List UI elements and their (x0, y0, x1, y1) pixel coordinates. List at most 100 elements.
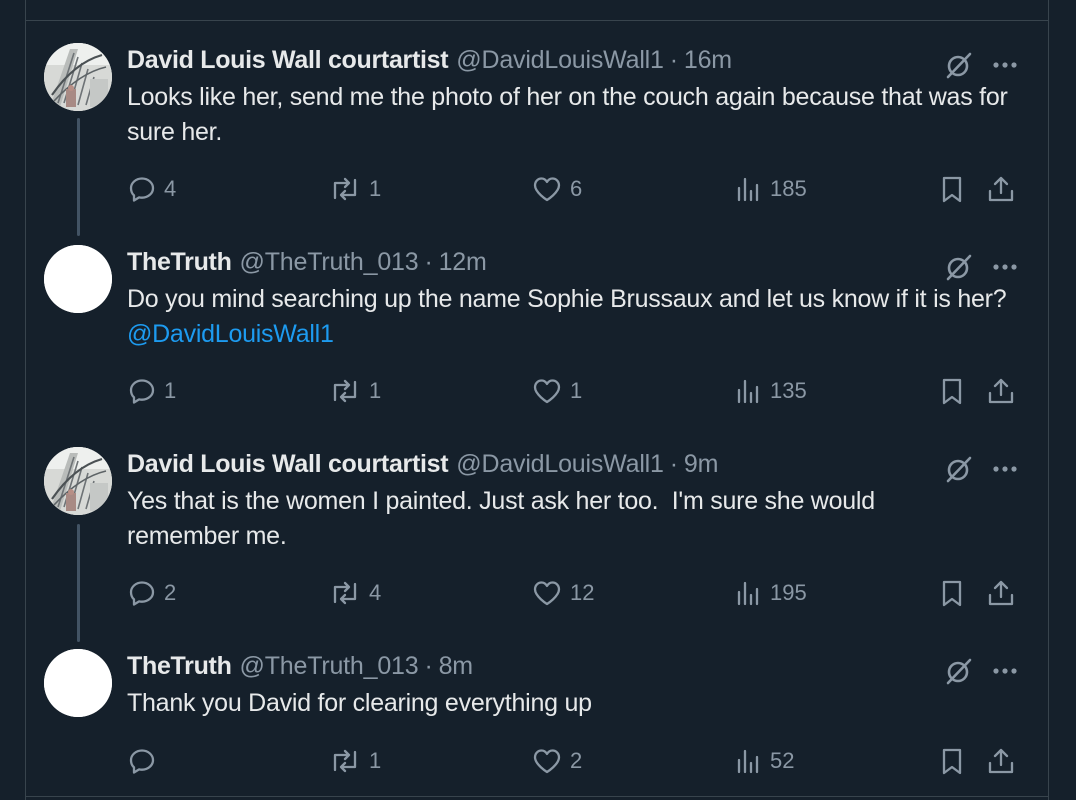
display-name[interactable]: David Louis Wall courtartist (127, 45, 449, 75)
view-count: 195 (770, 580, 807, 605)
more-icon[interactable] (988, 453, 1022, 483)
bookmark-button[interactable] (937, 374, 967, 408)
views-button[interactable]: 135 (735, 374, 807, 408)
bookmark-icon (942, 580, 962, 607)
views-icon (737, 749, 759, 774)
bookmark-button[interactable] (937, 576, 967, 610)
timestamp[interactable]: 8m (439, 651, 474, 681)
share-button[interactable] (985, 172, 1017, 206)
bookmark-icon (942, 378, 962, 405)
tweet-text: Do you mind searching up the name Sophie… (127, 282, 1032, 352)
separator-dot: · (424, 652, 433, 680)
tweet[interactable]: TheTruth @TheTruth_013 · 12m Do you mind… (26, 245, 1048, 435)
blank-avatar (44, 245, 112, 313)
like-button[interactable]: 12 (531, 576, 594, 610)
like-button[interactable]: 1 (531, 374, 582, 408)
more-icon[interactable] (988, 49, 1022, 79)
separator-dot: · (669, 46, 678, 74)
mention-link[interactable]: @DavidLouisWall1 (127, 320, 334, 348)
user-handle[interactable]: @DavidLouisWall1 (456, 45, 664, 75)
repost-count: 1 (369, 176, 382, 201)
views-icon (737, 581, 759, 606)
tweet[interactable]: David Louis Wall courtartist @DavidLouis… (26, 43, 1048, 233)
display-name[interactable]: David Louis Wall courtartist (127, 449, 449, 479)
more-icon[interactable] (988, 251, 1022, 281)
display-name[interactable]: TheTruth (127, 651, 232, 681)
repost-count: 1 (369, 378, 382, 403)
share-icon (988, 580, 1014, 606)
user-handle[interactable]: @TheTruth_013 (240, 247, 419, 277)
repost-button[interactable]: 1 (328, 172, 381, 206)
reply-icon (129, 177, 155, 202)
reply-count: 4 (164, 176, 177, 201)
tweet-text: Thank you David for clearing everything … (127, 686, 1032, 721)
display-name[interactable]: TheTruth (127, 247, 232, 277)
repost-button[interactable]: 1 (328, 744, 381, 778)
blank-avatar (44, 649, 112, 717)
reply-button[interactable]: 4 (127, 172, 176, 206)
view-count: 52 (770, 748, 795, 773)
tweet-header: TheTruth @TheTruth_013 · 12m (127, 247, 487, 277)
reply-count: 1 (164, 378, 177, 403)
bookmark-button[interactable] (937, 172, 967, 206)
avatar[interactable] (44, 245, 112, 313)
bookmark-icon (942, 176, 962, 203)
reply-icon (129, 379, 155, 404)
share-icon (988, 176, 1014, 202)
timestamp[interactable]: 12m (439, 247, 487, 277)
repost-button[interactable]: 4 (328, 576, 381, 610)
share-icon (988, 748, 1014, 774)
repost-icon (333, 177, 357, 201)
views-icon (737, 177, 759, 202)
reply-button[interactable]: 1 (127, 374, 176, 408)
user-handle[interactable]: @DavidLouisWall1 (456, 449, 664, 479)
avatar[interactable] (44, 447, 112, 515)
like-button[interactable]: 6 (531, 172, 582, 206)
separator-dot: · (424, 248, 433, 276)
reply-button[interactable] (127, 744, 164, 778)
tweet-header: David Louis Wall courtartist @DavidLouis… (127, 45, 732, 75)
views-button[interactable]: 185 (735, 172, 807, 206)
repost-button[interactable]: 1 (328, 374, 381, 408)
timestamp[interactable]: 9m (684, 449, 719, 479)
views-button[interactable]: 52 (735, 744, 794, 778)
views-button[interactable]: 195 (735, 576, 807, 610)
avatar[interactable] (44, 649, 112, 717)
grok-icon[interactable] (944, 252, 974, 282)
tweet-body: Do you mind searching up the name Sophie… (127, 285, 1007, 313)
staircase-photo-avatar (44, 447, 112, 515)
top-divider (25, 20, 1049, 21)
staircase-photo-avatar (44, 43, 112, 111)
heart-icon (533, 379, 561, 404)
share-icon (988, 378, 1014, 404)
like-count: 1 (570, 378, 583, 403)
timestamp[interactable]: 16m (684, 45, 732, 75)
share-button[interactable] (985, 374, 1017, 408)
tweet[interactable]: TheTruth @TheTruth_013 · 8m Thank you Da… (26, 649, 1048, 794)
tweet-text: Looks like her, send me the photo of her… (127, 80, 1032, 150)
bookmark-button[interactable] (937, 744, 967, 778)
action-bar: 4 1 6 185 (127, 172, 1027, 206)
action-bar: 1 2 52 (127, 744, 1027, 778)
user-handle[interactable]: @TheTruth_013 (240, 651, 419, 681)
bookmark-icon (942, 748, 962, 775)
grok-icon[interactable] (944, 656, 974, 686)
bottom-divider (25, 796, 1049, 797)
share-button[interactable] (985, 576, 1017, 610)
like-button[interactable]: 2 (531, 744, 582, 778)
like-count: 12 (570, 580, 595, 605)
grok-icon[interactable] (944, 50, 974, 80)
tweet-body: Thank you David for clearing everything … (127, 689, 592, 717)
share-button[interactable] (985, 744, 1017, 778)
tweet-body: Looks like her, send me the photo of her… (127, 83, 1008, 146)
like-count: 6 (570, 176, 583, 201)
more-icon[interactable] (988, 655, 1022, 685)
repost-icon (333, 581, 357, 605)
view-count: 135 (770, 378, 807, 403)
heart-icon (533, 177, 561, 202)
tweet[interactable]: David Louis Wall courtartist @DavidLouis… (26, 447, 1048, 637)
reply-button[interactable]: 2 (127, 576, 176, 610)
grok-icon[interactable] (944, 454, 974, 484)
avatar[interactable] (44, 43, 112, 111)
reply-icon (129, 749, 155, 774)
